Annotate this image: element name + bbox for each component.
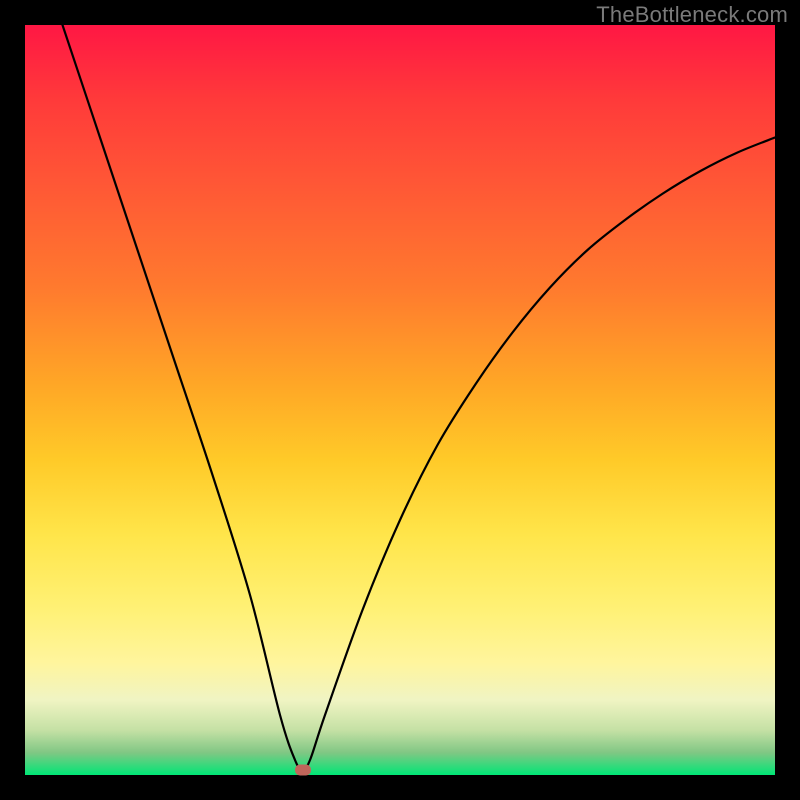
plot-area — [25, 25, 775, 775]
bottleneck-curve-path — [63, 25, 776, 770]
watermark-text: TheBottleneck.com — [596, 2, 788, 28]
optimal-point-marker — [295, 764, 311, 775]
curve-svg — [25, 25, 775, 775]
chart-frame: TheBottleneck.com — [0, 0, 800, 800]
